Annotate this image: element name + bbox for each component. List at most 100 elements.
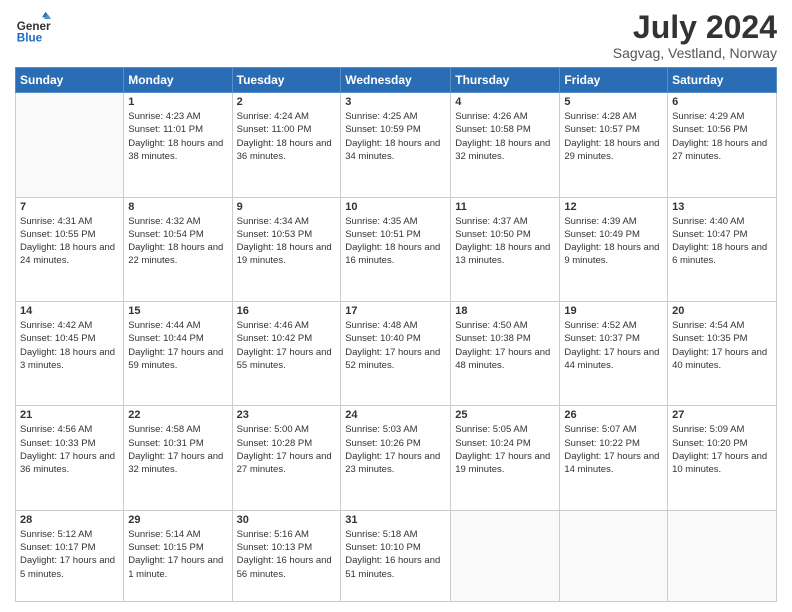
- calendar-cell: 20 Sunrise: 4:54 AM Sunset: 10:35 PM Day…: [668, 302, 777, 406]
- daylight: Daylight: 17 hours and 19 minutes.: [455, 451, 550, 475]
- sunset: Sunset: 10:47 PM: [672, 229, 748, 240]
- day-number: 13: [672, 201, 772, 213]
- calendar-cell: 8 Sunrise: 4:32 AM Sunset: 10:54 PM Dayl…: [124, 197, 232, 301]
- day-number: 21: [20, 409, 119, 421]
- calendar-cell: 5 Sunrise: 4:28 AM Sunset: 10:57 PM Dayl…: [560, 93, 668, 197]
- sunrise: Sunrise: 5:00 AM: [237, 424, 309, 435]
- daylight: Daylight: 18 hours and 24 minutes.: [20, 242, 115, 266]
- sunrise: Sunrise: 4:39 AM: [564, 216, 636, 227]
- day-info: Sunrise: 4:48 AM Sunset: 10:40 PM Daylig…: [345, 319, 446, 372]
- sunset: Sunset: 10:10 PM: [345, 542, 421, 553]
- day-number: 4: [455, 96, 555, 108]
- sunrise: Sunrise: 5:03 AM: [345, 424, 417, 435]
- calendar-cell: 16 Sunrise: 4:46 AM Sunset: 10:42 PM Day…: [232, 302, 341, 406]
- calendar-week-1: 1 Sunrise: 4:23 AM Sunset: 11:01 PM Dayl…: [16, 93, 777, 197]
- calendar-table: Sunday Monday Tuesday Wednesday Thursday…: [15, 67, 777, 602]
- sunset: Sunset: 10:59 PM: [345, 124, 421, 135]
- day-number: 2: [237, 96, 337, 108]
- day-info: Sunrise: 5:00 AM Sunset: 10:28 PM Daylig…: [237, 423, 337, 476]
- sunset: Sunset: 10:20 PM: [672, 438, 748, 449]
- day-number: 12: [564, 201, 663, 213]
- sunset: Sunset: 10:31 PM: [128, 438, 204, 449]
- header: General Blue July 2024 Sagvag, Vestland,…: [15, 10, 777, 61]
- sunset: Sunset: 10:56 PM: [672, 124, 748, 135]
- sunset: Sunset: 10:45 PM: [20, 333, 96, 344]
- sunrise: Sunrise: 4:25 AM: [345, 111, 417, 122]
- day-number: 30: [237, 514, 337, 526]
- sunrise: Sunrise: 5:09 AM: [672, 424, 744, 435]
- day-number: 16: [237, 305, 337, 317]
- day-number: 1: [128, 96, 227, 108]
- day-info: Sunrise: 5:07 AM Sunset: 10:22 PM Daylig…: [564, 423, 663, 476]
- sunrise: Sunrise: 4:23 AM: [128, 111, 200, 122]
- sunrise: Sunrise: 4:24 AM: [237, 111, 309, 122]
- daylight: Daylight: 18 hours and 29 minutes.: [564, 138, 659, 162]
- day-info: Sunrise: 4:56 AM Sunset: 10:33 PM Daylig…: [20, 423, 119, 476]
- daylight: Daylight: 16 hours and 51 minutes.: [345, 555, 440, 579]
- calendar-cell: [16, 93, 124, 197]
- day-info: Sunrise: 4:28 AM Sunset: 10:57 PM Daylig…: [564, 110, 663, 163]
- daylight: Daylight: 18 hours and 22 minutes.: [128, 242, 223, 266]
- sunrise: Sunrise: 5:07 AM: [564, 424, 636, 435]
- day-number: 24: [345, 409, 446, 421]
- sunset: Sunset: 10:50 PM: [455, 229, 531, 240]
- col-saturday: Saturday: [668, 68, 777, 93]
- daylight: Daylight: 17 hours and 55 minutes.: [237, 347, 332, 371]
- day-number: 31: [345, 514, 446, 526]
- day-number: 25: [455, 409, 555, 421]
- sunrise: Sunrise: 4:52 AM: [564, 320, 636, 331]
- calendar-cell: 2 Sunrise: 4:24 AM Sunset: 11:00 PM Dayl…: [232, 93, 341, 197]
- daylight: Daylight: 16 hours and 56 minutes.: [237, 555, 332, 579]
- daylight: Daylight: 17 hours and 44 minutes.: [564, 347, 659, 371]
- calendar-cell: 24 Sunrise: 5:03 AM Sunset: 10:26 PM Day…: [341, 406, 451, 510]
- calendar-cell: [560, 510, 668, 601]
- calendar-cell: 1 Sunrise: 4:23 AM Sunset: 11:01 PM Dayl…: [124, 93, 232, 197]
- calendar-cell: 22 Sunrise: 4:58 AM Sunset: 10:31 PM Day…: [124, 406, 232, 510]
- day-info: Sunrise: 4:24 AM Sunset: 11:00 PM Daylig…: [237, 110, 337, 163]
- logo: General Blue: [15, 10, 55, 46]
- day-info: Sunrise: 4:34 AM Sunset: 10:53 PM Daylig…: [237, 215, 337, 268]
- sunset: Sunset: 10:13 PM: [237, 542, 313, 553]
- daylight: Daylight: 17 hours and 59 minutes.: [128, 347, 223, 371]
- day-number: 29: [128, 514, 227, 526]
- day-info: Sunrise: 4:26 AM Sunset: 10:58 PM Daylig…: [455, 110, 555, 163]
- calendar-cell: 18 Sunrise: 4:50 AM Sunset: 10:38 PM Day…: [451, 302, 560, 406]
- day-number: 28: [20, 514, 119, 526]
- sunset: Sunset: 10:58 PM: [455, 124, 531, 135]
- sunset: Sunset: 10:15 PM: [128, 542, 204, 553]
- daylight: Daylight: 18 hours and 16 minutes.: [345, 242, 440, 266]
- sunset: Sunset: 10:57 PM: [564, 124, 640, 135]
- calendar-cell: 11 Sunrise: 4:37 AM Sunset: 10:50 PM Day…: [451, 197, 560, 301]
- calendar-cell: 29 Sunrise: 5:14 AM Sunset: 10:15 PM Day…: [124, 510, 232, 601]
- day-number: 5: [564, 96, 663, 108]
- day-number: 15: [128, 305, 227, 317]
- sunrise: Sunrise: 4:35 AM: [345, 216, 417, 227]
- sunrise: Sunrise: 5:18 AM: [345, 529, 417, 540]
- calendar-cell: 31 Sunrise: 5:18 AM Sunset: 10:10 PM Day…: [341, 510, 451, 601]
- day-number: 18: [455, 305, 555, 317]
- title-block: July 2024 Sagvag, Vestland, Norway: [613, 10, 777, 61]
- sunset: Sunset: 10:42 PM: [237, 333, 313, 344]
- daylight: Daylight: 17 hours and 1 minute.: [128, 555, 223, 579]
- calendar-cell: 3 Sunrise: 4:25 AM Sunset: 10:59 PM Dayl…: [341, 93, 451, 197]
- main-title: July 2024: [613, 10, 777, 45]
- calendar-cell: 19 Sunrise: 4:52 AM Sunset: 10:37 PM Day…: [560, 302, 668, 406]
- daylight: Daylight: 17 hours and 48 minutes.: [455, 347, 550, 371]
- sunset: Sunset: 10:53 PM: [237, 229, 313, 240]
- sunset: Sunset: 10:44 PM: [128, 333, 204, 344]
- sunrise: Sunrise: 4:40 AM: [672, 216, 744, 227]
- day-info: Sunrise: 4:52 AM Sunset: 10:37 PM Daylig…: [564, 319, 663, 372]
- calendar-cell: [451, 510, 560, 601]
- sunrise: Sunrise: 4:48 AM: [345, 320, 417, 331]
- day-number: 17: [345, 305, 446, 317]
- header-row: Sunday Monday Tuesday Wednesday Thursday…: [16, 68, 777, 93]
- calendar-cell: 17 Sunrise: 4:48 AM Sunset: 10:40 PM Day…: [341, 302, 451, 406]
- calendar-week-2: 7 Sunrise: 4:31 AM Sunset: 10:55 PM Dayl…: [16, 197, 777, 301]
- calendar-cell: 27 Sunrise: 5:09 AM Sunset: 10:20 PM Day…: [668, 406, 777, 510]
- daylight: Daylight: 17 hours and 32 minutes.: [128, 451, 223, 475]
- day-number: 23: [237, 409, 337, 421]
- day-number: 26: [564, 409, 663, 421]
- daylight: Daylight: 18 hours and 19 minutes.: [237, 242, 332, 266]
- day-info: Sunrise: 4:29 AM Sunset: 10:56 PM Daylig…: [672, 110, 772, 163]
- calendar-cell: 13 Sunrise: 4:40 AM Sunset: 10:47 PM Day…: [668, 197, 777, 301]
